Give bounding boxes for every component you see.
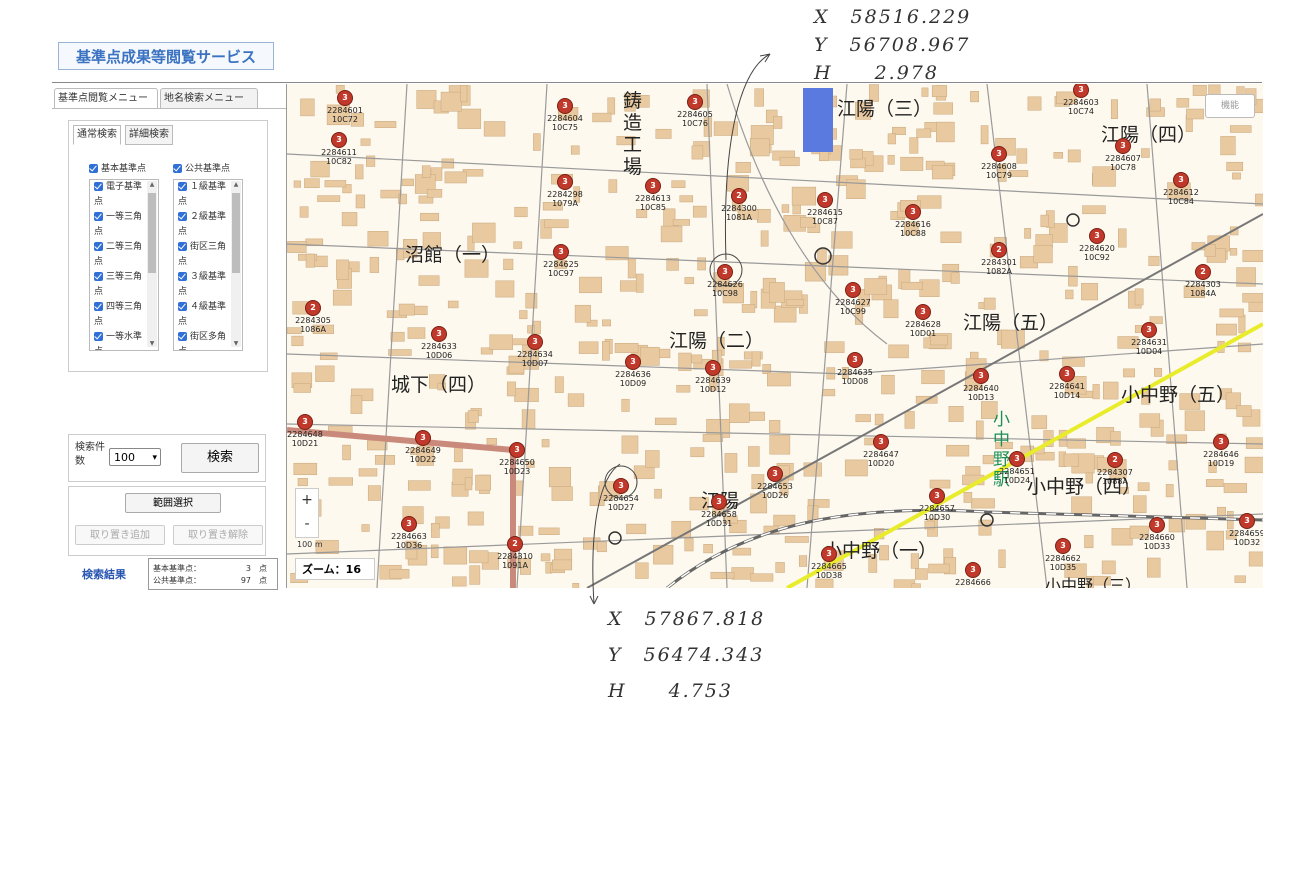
annotation-circle-bottom: [604, 465, 638, 499]
annotation-arrows: [589, 53, 771, 605]
annotation-arrow-top: [725, 53, 771, 261]
annotation-arrow-bottom: [592, 463, 621, 605]
